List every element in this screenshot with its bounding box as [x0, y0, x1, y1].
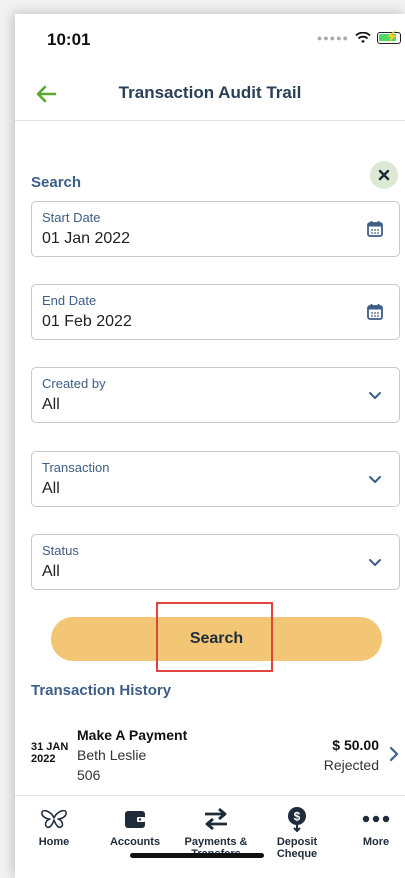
nav-bar: Transaction Audit Trail [15, 69, 405, 119]
battery-icon: ⚡ [377, 31, 401, 44]
calendar-icon[interactable] [365, 219, 385, 239]
signal-icon: ●●●●● [316, 33, 349, 43]
transaction-value: All [42, 480, 60, 497]
deposit-icon: $ [282, 806, 312, 832]
tab-payments-transfers[interactable]: Payments & Transfers [177, 806, 255, 868]
transaction-reference: 506 [77, 767, 101, 783]
status-indicators: ●●●●● ⚡ [316, 31, 401, 44]
calendar-icon[interactable] [365, 302, 385, 322]
close-icon [378, 169, 390, 181]
tab-deposit-cheque-label: Deposit Cheque [276, 836, 318, 860]
status-time: 10:01 [47, 30, 91, 49]
tab-accounts-label: Accounts [109, 836, 161, 848]
end-date-label: End Date [42, 293, 97, 308]
app-screen: 10:01 ●●●●● ⚡ Transaction Audit Trail Se… [15, 14, 405, 878]
transaction-amount: $ 50.00 [332, 737, 379, 753]
highlight-box [156, 602, 273, 672]
status-bar: 10:01 ●●●●● ⚡ [15, 14, 405, 64]
home-indicator [130, 853, 264, 858]
tab-more-label: More [362, 836, 390, 848]
status-label: Status [42, 543, 79, 558]
tab-home-label: Home [38, 836, 70, 848]
chevron-down-icon [369, 392, 381, 399]
divider [15, 120, 405, 121]
transfer-arrows-icon [201, 806, 231, 832]
tab-bar: Home Accounts Payments & Transfers [15, 796, 405, 878]
tab-accounts[interactable]: Accounts [96, 806, 174, 868]
transaction-select[interactable]: Transaction All [31, 451, 400, 507]
wallet-icon [120, 806, 150, 832]
start-date-field[interactable]: Start Date 01 Jan 2022 [31, 201, 400, 257]
start-date-label: Start Date [42, 210, 101, 225]
svg-text:$: $ [294, 810, 301, 824]
transaction-label: Transaction [42, 460, 110, 475]
transaction-status: Rejected [323, 757, 379, 773]
transaction-date: 31 JAN 2022 [31, 741, 68, 765]
transaction-row[interactable]: 31 JAN 2022 Make A Payment Beth Leslie 5… [15, 719, 405, 799]
page-title: Transaction Audit Trail [118, 83, 302, 102]
created-by-value: All [42, 396, 60, 413]
wifi-icon [355, 32, 371, 43]
butterfly-icon [39, 806, 69, 832]
transaction-name: Beth Leslie [77, 747, 147, 763]
start-date-value: 01 Jan 2022 [42, 230, 131, 247]
chevron-right-icon [389, 746, 399, 762]
close-button[interactable] [370, 161, 398, 189]
more-dots-icon [361, 806, 391, 832]
chevron-down-icon [369, 476, 381, 483]
search-heading: Search [31, 174, 82, 191]
tab-home[interactable]: Home [15, 806, 93, 868]
created-by-label: Created by [42, 376, 106, 391]
chevron-down-icon [369, 559, 381, 566]
tab-deposit-cheque[interactable]: $ Deposit Cheque [258, 806, 336, 868]
transaction-date-day: 31 JAN [31, 741, 69, 753]
created-by-select[interactable]: Created by All [31, 367, 400, 423]
end-date-value: 01 Feb 2022 [42, 313, 132, 330]
status-value: All [42, 563, 60, 580]
status-select[interactable]: Status All [31, 534, 400, 590]
end-date-field[interactable]: End Date 01 Feb 2022 [31, 284, 400, 340]
transaction-title: Make A Payment [77, 727, 188, 743]
tab-more[interactable]: More [337, 806, 405, 868]
history-heading: Transaction History [31, 682, 172, 699]
transaction-date-year: 2022 [31, 753, 56, 765]
